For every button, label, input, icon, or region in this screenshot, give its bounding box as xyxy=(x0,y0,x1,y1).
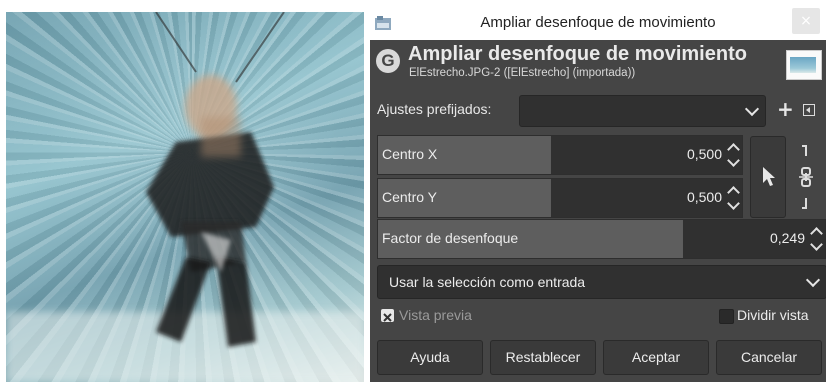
blur-factor-value[interactable]: 0,249 xyxy=(770,230,805,246)
filter-dialog: G Ampliar desenfoque de movimiento ElEst… xyxy=(370,40,826,382)
split-view-label[interactable]: Dividir vista xyxy=(737,307,809,323)
menu-icon[interactable] xyxy=(803,104,815,116)
image-thumbnail xyxy=(786,50,822,80)
chevron-down-icon xyxy=(805,272,821,288)
chevron-down-icon xyxy=(744,101,760,117)
presets-label: Ajustes prefijados: xyxy=(377,101,492,117)
blur-factor-arrows[interactable] xyxy=(809,223,823,255)
center-y-label: Centro Y xyxy=(382,189,437,205)
chain-link-icon[interactable] xyxy=(798,144,814,210)
pointer-pick-icon xyxy=(763,167,775,186)
center-x-spinner[interactable]: Centro X 0,500 xyxy=(377,135,743,175)
image-subtitle: ElEstrecho.JPG-2 ([ElEstrecho] (importad… xyxy=(409,67,636,79)
reset-button[interactable]: Restablecer xyxy=(490,340,596,375)
title-bar: Ampliar desenfoque de movimiento × xyxy=(370,7,826,40)
center-y-arrows[interactable] xyxy=(726,182,740,214)
gimp-logo-icon: G xyxy=(376,49,400,73)
center-x-label: Centro X xyxy=(382,146,438,162)
split-view-checkbox[interactable] xyxy=(719,309,734,324)
preview-checkbox[interactable] xyxy=(381,309,394,322)
input-mode-value: Usar la selección como entrada xyxy=(389,274,586,290)
preview-image xyxy=(6,12,364,382)
dialog-heading: Ampliar desenfoque de movimiento xyxy=(408,43,747,65)
presets-combo[interactable] xyxy=(519,95,766,127)
input-mode-combo[interactable]: Usar la selección como entrada xyxy=(377,265,826,299)
center-x-value[interactable]: 0,500 xyxy=(687,146,722,162)
plus-icon[interactable]: + xyxy=(777,99,794,119)
blur-factor-label: Factor de desenfoque xyxy=(382,230,519,246)
checkbox-icon xyxy=(383,313,392,322)
center-x-arrows[interactable] xyxy=(726,139,740,171)
window-title: Ampliar desenfoque de movimiento xyxy=(480,14,716,31)
cancel-button[interactable]: Cancelar xyxy=(716,340,822,375)
center-y-value[interactable]: 0,500 xyxy=(687,189,722,205)
ok-button[interactable]: Aceptar xyxy=(603,340,709,375)
close-icon[interactable]: × xyxy=(792,8,820,34)
blur-factor-spinner[interactable]: Factor de desenfoque 0,249 xyxy=(377,219,826,259)
pick-center-button[interactable] xyxy=(750,136,786,218)
help-button[interactable]: Ayuda xyxy=(377,340,483,375)
preview-label[interactable]: Vista previa xyxy=(399,307,472,323)
center-y-spinner[interactable]: Centro Y 0,500 xyxy=(377,178,743,218)
